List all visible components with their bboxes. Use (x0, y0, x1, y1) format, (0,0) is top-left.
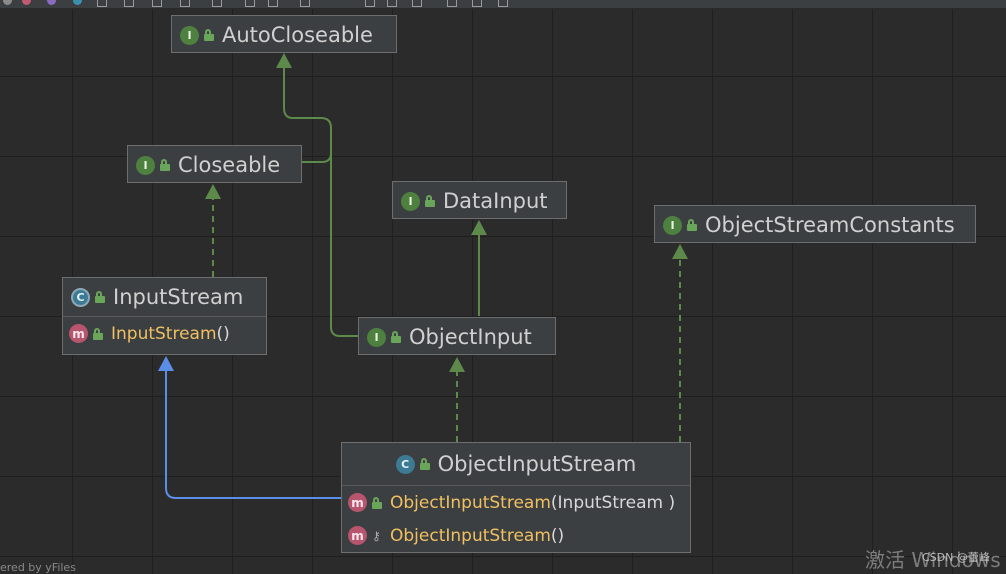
public-lock-icon (160, 159, 170, 171)
interface-icon: I (180, 25, 199, 45)
public-lock-icon (372, 496, 382, 509)
node-objectinput[interactable]: I ObjectInput (358, 317, 556, 355)
public-lock-icon (419, 458, 430, 470)
node-title: ObjectInputStream (437, 452, 637, 476)
node-title: InputStream (113, 285, 244, 309)
arrowhead-closeable (205, 184, 221, 199)
node-header: C InputStream (63, 278, 266, 316)
edge-objectinputstream-to-inputstream (165, 369, 341, 499)
public-lock-icon (687, 219, 697, 231)
member-row[interactable]: m ⚷ ObjectInputStream () (342, 519, 690, 552)
member-row[interactable]: m InputStream () (63, 316, 266, 350)
node-title: Closeable (178, 153, 281, 177)
node-objectinputstream[interactable]: C ObjectInputStream m ObjectInputStream … (341, 442, 691, 553)
node-inputstream[interactable]: C InputStream m InputStream () (62, 277, 267, 355)
node-header: I Closeable (128, 146, 301, 184)
arrowhead-inputstream (158, 356, 174, 371)
member-name: ObjectInputStream (390, 525, 551, 546)
node-objectstreamconstants[interactable]: I ObjectStreamConstants (654, 205, 976, 243)
node-title: ObjectInput (409, 325, 532, 349)
public-lock-icon (204, 29, 214, 41)
public-lock-icon (391, 331, 401, 343)
node-title: ObjectStreamConstants (705, 213, 955, 237)
node-datainput[interactable]: I DataInput (392, 181, 567, 219)
csdn-watermark: CSDN @蕾峰 (922, 551, 990, 564)
interface-icon: I (663, 215, 682, 235)
arrowhead-objectstreamconstants (672, 244, 688, 259)
member-params: () (550, 525, 565, 546)
method-icon: m (69, 324, 88, 343)
arrowhead-objectinput (449, 357, 465, 372)
node-header: I ObjectStreamConstants (655, 206, 975, 244)
member-row[interactable]: m ObjectInputStream (InputStream ) (342, 485, 690, 519)
node-title: DataInput (443, 189, 548, 213)
protected-key-icon: ⚷ (372, 528, 381, 543)
method-icon: m (348, 493, 367, 512)
interface-icon: I (401, 191, 420, 211)
member-params: () (216, 323, 230, 344)
arrowhead-datainput (471, 220, 487, 235)
member-name: InputStream (111, 323, 217, 344)
member-name: ObjectInputStream (390, 492, 551, 513)
yfiles-credit: ered by yFiles (0, 561, 76, 574)
node-header: C ObjectInputStream (342, 443, 690, 485)
public-lock-icon (95, 291, 105, 303)
method-icon: m (348, 526, 367, 545)
node-closeable[interactable]: I Closeable (127, 145, 302, 183)
node-header: I DataInput (393, 182, 566, 220)
interface-icon: I (136, 155, 155, 175)
node-header: I ObjectInput (359, 318, 555, 356)
public-lock-icon (425, 195, 435, 207)
abstract-class-icon: C (71, 287, 90, 307)
interface-icon: I (367, 327, 386, 347)
node-title: AutoCloseable (222, 23, 373, 47)
public-lock-icon (93, 327, 103, 340)
node-header: I AutoCloseable (172, 16, 396, 54)
arrowhead-autocloseable (276, 53, 292, 68)
node-autocloseable[interactable]: I AutoCloseable (171, 15, 397, 53)
member-params: (InputStream ) (550, 492, 676, 513)
class-icon: C (395, 454, 415, 474)
edge-objectinput-to-autocloseable (330, 153, 358, 337)
